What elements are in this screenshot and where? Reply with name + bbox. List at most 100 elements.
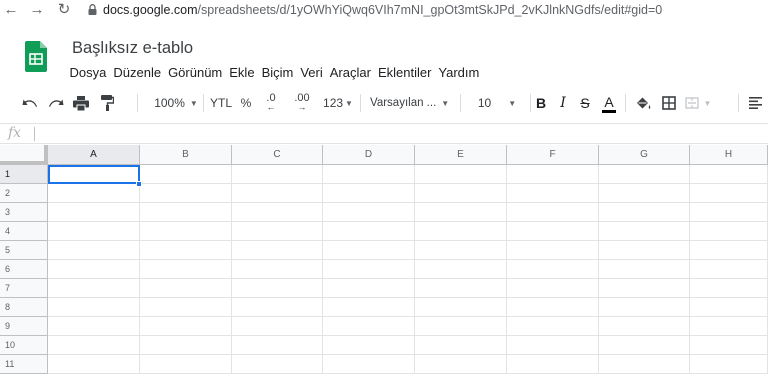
column-header-h[interactable]: H: [690, 145, 768, 165]
fill-handle[interactable]: [136, 181, 142, 187]
currency-format-button[interactable]: YTL: [208, 92, 234, 114]
cell-d9[interactable]: [323, 317, 415, 336]
bold-button[interactable]: B: [533, 92, 549, 114]
align-left-icon[interactable]: [745, 92, 765, 114]
cell-b5[interactable]: [140, 241, 232, 260]
cell-e4[interactable]: [415, 222, 507, 241]
cell-c4[interactable]: [232, 222, 323, 241]
font-family-select[interactable]: Varsayılan ... ▼: [368, 92, 458, 114]
italic-button[interactable]: I: [555, 92, 571, 114]
cell-d3[interactable]: [323, 203, 415, 222]
cell-e10[interactable]: [415, 336, 507, 355]
cell-b2[interactable]: [140, 184, 232, 203]
cell-d11[interactable]: [323, 355, 415, 374]
row-header-10[interactable]: 10: [0, 336, 48, 355]
cell-h6[interactable]: [690, 260, 768, 279]
cell-h5[interactable]: [690, 241, 768, 260]
forward-icon[interactable]: →: [28, 0, 46, 20]
column-header-b[interactable]: B: [140, 145, 232, 165]
row-header-11[interactable]: 11: [0, 355, 48, 374]
percent-format-button[interactable]: %: [237, 92, 255, 114]
cell-h9[interactable]: [690, 317, 768, 336]
sheets-logo-icon[interactable]: [25, 41, 47, 72]
row-header-7[interactable]: 7: [0, 279, 48, 298]
cell-e2[interactable]: [415, 184, 507, 203]
row-header-6[interactable]: 6: [0, 260, 48, 279]
cell-c7[interactable]: [232, 279, 323, 298]
cell-e5[interactable]: [415, 241, 507, 260]
cell-h3[interactable]: [690, 203, 768, 222]
row-header-1[interactable]: 1: [0, 165, 48, 184]
cell-a9[interactable]: [48, 317, 140, 336]
cell-a1[interactable]: [48, 165, 140, 184]
borders-icon[interactable]: [659, 92, 679, 114]
cell-f3[interactable]: [507, 203, 599, 222]
cell-b3[interactable]: [140, 203, 232, 222]
cell-g2[interactable]: [599, 184, 690, 203]
cell-c9[interactable]: [232, 317, 323, 336]
cell-d5[interactable]: [323, 241, 415, 260]
zoom-select[interactable]: 100% ▼: [150, 92, 202, 114]
menu-veri[interactable]: Veri: [297, 64, 326, 82]
cell-a8[interactable]: [48, 298, 140, 317]
cell-f2[interactable]: [507, 184, 599, 203]
column-header-d[interactable]: D: [323, 145, 415, 165]
cell-e6[interactable]: [415, 260, 507, 279]
cell-b6[interactable]: [140, 260, 232, 279]
cell-h11[interactable]: [690, 355, 768, 374]
column-header-g[interactable]: G: [599, 145, 690, 165]
cell-d6[interactable]: [323, 260, 415, 279]
back-icon[interactable]: ←: [2, 0, 20, 20]
cell-a6[interactable]: [48, 260, 140, 279]
fill-color-icon[interactable]: [633, 92, 653, 114]
cell-b9[interactable]: [140, 317, 232, 336]
menu-dosya[interactable]: Dosya: [66, 64, 110, 82]
strikethrough-button[interactable]: S: [577, 92, 593, 114]
decrease-decimal-button[interactable]: .0 ←: [257, 92, 285, 114]
cell-e8[interactable]: [415, 298, 507, 317]
cell-e7[interactable]: [415, 279, 507, 298]
lock-icon[interactable]: [88, 4, 97, 15]
increase-decimal-button[interactable]: .00 →: [286, 92, 318, 114]
column-header-c[interactable]: C: [232, 145, 323, 165]
cell-b8[interactable]: [140, 298, 232, 317]
cell-g6[interactable]: [599, 260, 690, 279]
row-header-4[interactable]: 4: [0, 222, 48, 241]
row-header-9[interactable]: 9: [0, 317, 48, 336]
cell-g11[interactable]: [599, 355, 690, 374]
cell-a10[interactable]: [48, 336, 140, 355]
cell-h2[interactable]: [690, 184, 768, 203]
cell-a3[interactable]: [48, 203, 140, 222]
cell-h10[interactable]: [690, 336, 768, 355]
cell-a2[interactable]: [48, 184, 140, 203]
cell-e1[interactable]: [415, 165, 507, 184]
reload-icon[interactable]: ↻: [55, 0, 73, 20]
cell-a4[interactable]: [48, 222, 140, 241]
cell-f9[interactable]: [507, 317, 599, 336]
print-icon[interactable]: [69, 92, 93, 114]
formula-input[interactable]: [40, 125, 764, 143]
cell-h7[interactable]: [690, 279, 768, 298]
cell-g10[interactable]: [599, 336, 690, 355]
redo-icon[interactable]: [44, 92, 68, 114]
cell-g9[interactable]: [599, 317, 690, 336]
cell-d2[interactable]: [323, 184, 415, 203]
row-header-2[interactable]: 2: [0, 184, 48, 203]
cell-b11[interactable]: [140, 355, 232, 374]
cell-c8[interactable]: [232, 298, 323, 317]
cell-d1[interactable]: [323, 165, 415, 184]
cell-g7[interactable]: [599, 279, 690, 298]
cell-b4[interactable]: [140, 222, 232, 241]
menu-duzenle[interactable]: Düzenle: [110, 64, 165, 82]
cell-d4[interactable]: [323, 222, 415, 241]
cell-c11[interactable]: [232, 355, 323, 374]
font-size-select[interactable]: 10 ▼: [466, 92, 528, 114]
menu-gorunum[interactable]: Görünüm: [165, 64, 226, 82]
row-header-8[interactable]: 8: [0, 298, 48, 317]
merge-cells-icon[interactable]: ▼: [683, 92, 713, 114]
cell-f5[interactable]: [507, 241, 599, 260]
cell-g1[interactable]: [599, 165, 690, 184]
cell-c1[interactable]: [232, 165, 323, 184]
column-header-e[interactable]: E: [415, 145, 507, 165]
cell-f6[interactable]: [507, 260, 599, 279]
